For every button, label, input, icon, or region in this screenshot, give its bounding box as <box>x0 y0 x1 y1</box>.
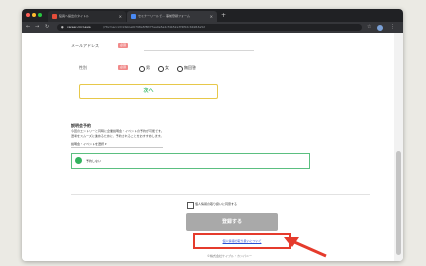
browser-window: 役員へ提出のタイトル × セミナーリールで… 事前登録フォーム × + ← → … <box>22 9 403 261</box>
annotation-arrow-icon <box>284 237 327 258</box>
